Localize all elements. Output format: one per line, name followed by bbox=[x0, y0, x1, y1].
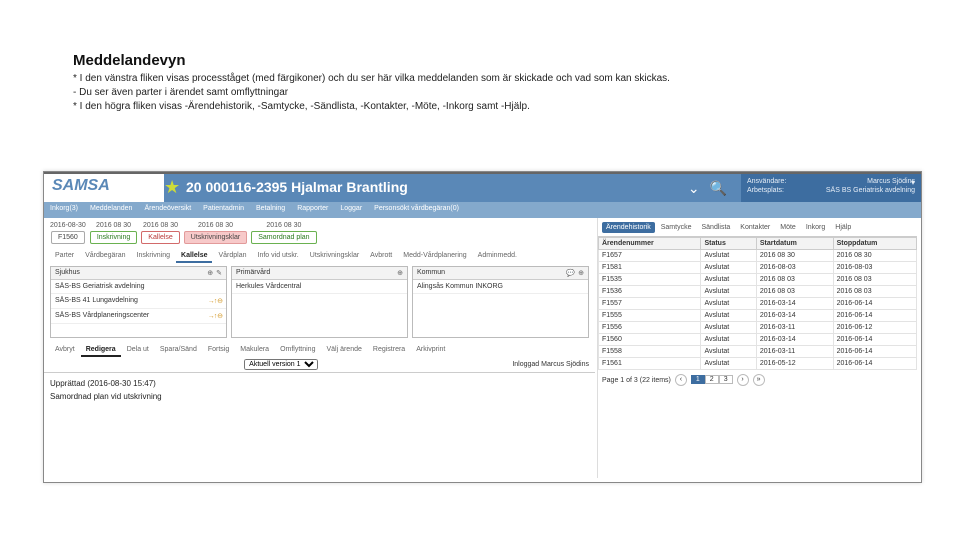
subtab[interactable]: Medd-Vårdplanering bbox=[398, 250, 471, 263]
sidebar-tab[interactable]: Inkorg bbox=[802, 222, 829, 233]
subtab[interactable]: Kallelse bbox=[176, 250, 212, 263]
plus-icon[interactable]: ⊕ bbox=[578, 269, 584, 277]
nav-item[interactable]: Ärendeöversikt bbox=[138, 202, 197, 218]
editor-meta: Upprättad (2016-08-30 15:47) bbox=[50, 377, 589, 392]
sidebar-tab[interactable]: Kontakter bbox=[736, 222, 774, 233]
table-row[interactable]: F1557Avslutat2016-03-142016-06-14 bbox=[599, 298, 917, 310]
message-type-tabs: ParterVårdbegäranInskrivningKallelseVård… bbox=[44, 250, 595, 266]
nav-item[interactable]: Inkorg(3) bbox=[44, 202, 84, 218]
action-tab[interactable]: Redigera bbox=[81, 344, 121, 357]
action-tab[interactable]: Avbryt bbox=[50, 344, 80, 357]
table-row[interactable]: F1558Avslutat2016-03-112016-06-14 bbox=[599, 346, 917, 358]
table-row[interactable]: F1657Avslutat2016 08 302016 08 30 bbox=[599, 250, 917, 262]
panel-row[interactable]: SÄS-BS Vårdplaneringscenter→↑ ⊖ bbox=[51, 309, 226, 324]
panel-sjukhus: Sjukhus ⊕✎ SÄS-BS Geriatrisk avdelningSÄ… bbox=[50, 266, 227, 338]
sidebar-tab[interactable]: Hjälp bbox=[831, 222, 855, 233]
panel-row[interactable]: Herkules Vårdcentral bbox=[232, 280, 407, 294]
main-nav: Inkorg(3)MeddelandenÄrendeöversiktPatien… bbox=[44, 202, 921, 218]
panel-kommun: Kommun 💬⊕ Alingsås Kommun INKORG bbox=[412, 266, 589, 338]
panel-row[interactable]: SÄS-BS Geriatrisk avdelning bbox=[51, 280, 226, 294]
subtab[interactable]: Utskrivningsklar bbox=[305, 250, 364, 263]
version-select[interactable]: Aktuell version 1 bbox=[244, 359, 318, 370]
pager-page[interactable]: 1 bbox=[691, 375, 705, 384]
table-row[interactable]: F1581Avslutat2016-08-032016-08-03 bbox=[599, 262, 917, 274]
action-tab[interactable]: Spara/Sänd bbox=[155, 344, 202, 357]
history-table: ÄrendenummerStatusStartdatumStoppdatum F… bbox=[598, 237, 917, 370]
detail-action-tabs: AvbrytRedigeraDela utSpara/SändFortsigMa… bbox=[44, 338, 595, 357]
action-tab[interactable]: Dela ut bbox=[122, 344, 154, 357]
subtab[interactable]: Vårdplan bbox=[213, 250, 251, 263]
logged-in-user: Inloggad Marcus Sjödins bbox=[512, 361, 589, 368]
app-brand: SAMSA bbox=[44, 174, 164, 202]
timeline-step[interactable]: Inskrivning bbox=[90, 231, 137, 244]
panel-row[interactable]: Alingsås Kommun INKORG bbox=[413, 280, 588, 294]
editor-content: Samordnad plan vid utskrivning bbox=[50, 392, 589, 401]
right-sidebar-tabs: ÄrendehistorikSamtyckeSändlistaKontakter… bbox=[598, 218, 917, 237]
nav-item[interactable]: Patientadmin bbox=[197, 202, 250, 218]
sidebar-tab[interactable]: Samtycke bbox=[657, 222, 696, 233]
right-sidebar: ÄrendehistorikSamtyckeSändlistaKontakter… bbox=[597, 218, 917, 478]
pencil-icon[interactable]: ✎ bbox=[216, 269, 222, 277]
subtab[interactable]: Inskrivning bbox=[132, 250, 175, 263]
subtab[interactable]: Vårdbegäran bbox=[80, 250, 130, 263]
table-row[interactable]: F1561Avslutat2016-05-122016-06-14 bbox=[599, 358, 917, 370]
pager-page[interactable]: 3 bbox=[719, 375, 733, 384]
plus-icon[interactable]: ⊕ bbox=[207, 269, 213, 277]
editor-area: Upprättad (2016-08-30 15:47) Samordnad p… bbox=[50, 377, 589, 401]
process-timeline: 2016-08-30F15602016 08 30Inskrivning2016… bbox=[44, 218, 595, 250]
action-tab[interactable]: Makulera bbox=[235, 344, 274, 357]
action-tab[interactable]: Arkivprint bbox=[411, 344, 450, 357]
slide-bullets: * I den vänstra fliken visas procesståge… bbox=[73, 72, 893, 114]
timeline-step[interactable]: Samordnad plan bbox=[251, 231, 316, 244]
action-tab[interactable]: Välj ärende bbox=[321, 344, 366, 357]
nav-item[interactable]: Personsökt vårdbegäran(0) bbox=[368, 202, 465, 218]
subtab[interactable]: Adminmedd. bbox=[473, 250, 522, 263]
search-icon[interactable]: 🔍 bbox=[710, 180, 727, 197]
timeline-step[interactable]: F1560 bbox=[51, 231, 85, 244]
subtab[interactable]: Parter bbox=[50, 250, 79, 263]
pager[interactable]: Page 1 of 3 (22 items) ‹ 123 › » bbox=[598, 370, 917, 390]
pager-next[interactable]: › bbox=[737, 374, 749, 386]
sidebar-tab[interactable]: Sändlista bbox=[697, 222, 734, 233]
nav-item[interactable]: Rapporter bbox=[291, 202, 334, 218]
action-tab[interactable]: Registrera bbox=[368, 344, 410, 357]
chevron-down-icon: ▾ bbox=[911, 178, 915, 187]
nav-item[interactable]: Betalning bbox=[250, 202, 291, 218]
panel-row[interactable]: SÄS-BS 41 Lungavdelning→↑ ⊖ bbox=[51, 294, 226, 309]
subtab[interactable]: Avbrott bbox=[365, 250, 397, 263]
sidebar-tab[interactable]: Möte bbox=[776, 222, 800, 233]
panel-primarvard: Primärvård ⊕ Herkules Vårdcentral bbox=[231, 266, 408, 338]
table-row[interactable]: F1535Avslutat2016 08 032016 08 03 bbox=[599, 274, 917, 286]
table-row[interactable]: F1556Avslutat2016-03-112016-06-12 bbox=[599, 322, 917, 334]
nav-item[interactable]: Meddelanden bbox=[84, 202, 138, 218]
pager-summary: Page 1 of 3 (22 items) bbox=[602, 377, 671, 384]
page-title: Meddelandevyn bbox=[73, 52, 186, 69]
app-screenshot: SAMSA ★ 20 000116-2395 Hjalmar Brantling… bbox=[43, 171, 922, 483]
timeline-step[interactable]: Kallelse bbox=[141, 231, 180, 244]
action-tab[interactable]: Fortsig bbox=[203, 344, 234, 357]
sidebar-tab[interactable]: Ärendehistorik bbox=[602, 222, 655, 233]
chat-icon[interactable]: 💬 bbox=[566, 269, 575, 277]
patient-name: 20 000116-2395 Hjalmar Brantling bbox=[186, 174, 684, 202]
session-info[interactable]: Ansvändare:Marcus Sjödins Arbetsplats:SÄ… bbox=[741, 174, 921, 202]
favorite-icon[interactable]: ★ bbox=[164, 174, 186, 202]
nav-item[interactable]: Loggar bbox=[334, 202, 368, 218]
plus-icon[interactable]: ⊕ bbox=[397, 269, 403, 277]
action-tab[interactable]: Omflyttning bbox=[275, 344, 320, 357]
expand-icon[interactable]: ⌄ bbox=[688, 180, 700, 197]
pager-last[interactable]: » bbox=[753, 374, 765, 386]
pager-prev[interactable]: ‹ bbox=[675, 374, 687, 386]
pager-page[interactable]: 2 bbox=[705, 375, 719, 384]
table-row[interactable]: F1536Avslutat2016 08 032016 08 03 bbox=[599, 286, 917, 298]
table-row[interactable]: F1555Avslutat2016-03-142016-06-14 bbox=[599, 310, 917, 322]
subtab[interactable]: Info vid utskr. bbox=[253, 250, 304, 263]
timeline-step[interactable]: Utskrivningsklar bbox=[184, 231, 247, 244]
app-header: SAMSA ★ 20 000116-2395 Hjalmar Brantling… bbox=[44, 174, 921, 202]
table-row[interactable]: F1560Avslutat2016-03-142016-06-14 bbox=[599, 334, 917, 346]
